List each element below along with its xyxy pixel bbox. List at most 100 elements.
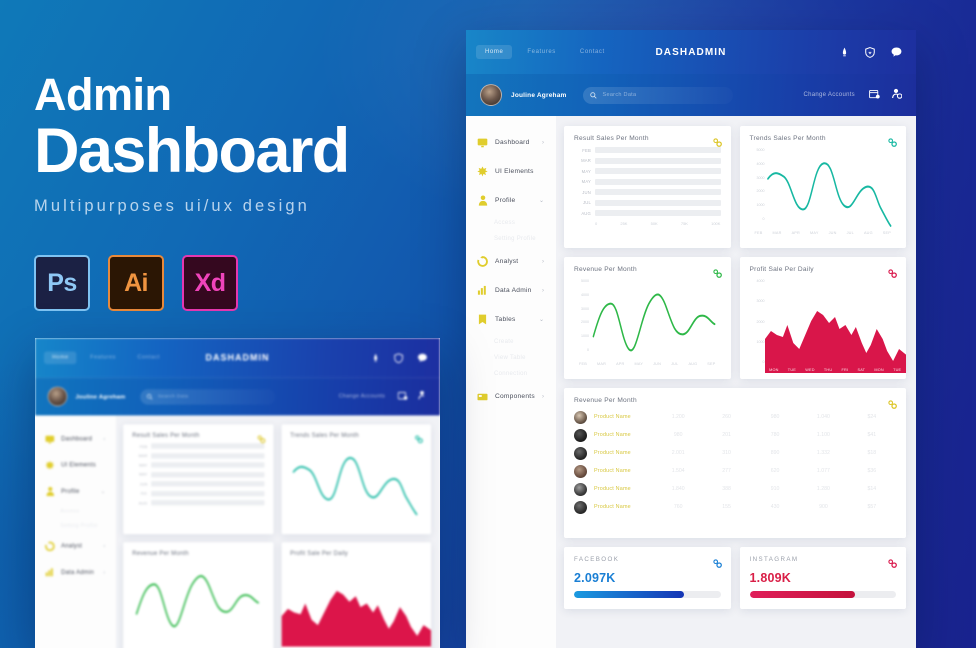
chevron-right-icon: › — [103, 436, 106, 442]
table-cell: 1.332 — [816, 450, 830, 456]
sidebar-subitem-connection[interactable]: Connection — [466, 366, 556, 382]
bar-row: FEB — [574, 147, 721, 153]
preview-sidebar-item-ui-elements: UI Elements — [35, 452, 116, 478]
table-cell: 980 — [673, 432, 683, 438]
bar-track — [595, 199, 721, 206]
bar-label: JUN — [139, 481, 148, 487]
chevron-right-icon: › — [103, 543, 106, 550]
x-tick: MAR — [597, 362, 607, 366]
preview-line-chart — [132, 560, 264, 636]
y-tick: 4000 — [756, 161, 765, 166]
sidebar-item-profile[interactable]: Profile ⌄ — [466, 186, 556, 215]
sidebar-subitem-create[interactable]: Create — [466, 334, 556, 350]
search-input[interactable]: Search Data — [582, 86, 733, 104]
user-toolbar: Jouline Agreham Search Data Change Accou… — [466, 74, 916, 116]
sidebar-item-data-admin[interactable]: Data Admin › — [466, 276, 556, 305]
bar-label: MAY — [139, 462, 148, 468]
account-settings-icon[interactable] — [892, 86, 903, 104]
refresh-icon — [45, 541, 55, 552]
sidebar-subitem-setting-profile[interactable]: Setting Profile — [466, 231, 556, 247]
card-title: Profit Sale Per Daily — [749, 266, 814, 273]
card-revenue-per-month-chart: Revenue Per Month 5000 4000 3000 2000 10… — [564, 257, 731, 379]
table-row[interactable]: Product Name 1.840 388 910 1.280 $14 — [574, 480, 896, 498]
progress-fill — [749, 591, 855, 598]
settings-icon[interactable] — [712, 555, 722, 573]
change-accounts-link[interactable]: Change Accounts — [803, 92, 855, 98]
bar-row: JUL — [132, 490, 265, 496]
preview-search-placeholder-text: Search Data — [157, 393, 189, 400]
table-row[interactable]: Product Name 980 201 780 1.100 $41 — [574, 426, 896, 444]
table-cell: $41 — [867, 432, 877, 438]
chevron-down-icon: ⌄ — [100, 489, 106, 495]
table-row[interactable]: Product Name 760 155 430 900 $57 — [574, 498, 896, 516]
bell-icon[interactable] — [840, 47, 849, 58]
settings-icon[interactable] — [712, 134, 722, 152]
x-tick: THU — [823, 368, 833, 372]
user-icon — [45, 486, 55, 497]
table-cell: $24 — [867, 414, 877, 420]
sidebar-item-dashboard[interactable]: Dashboard › — [466, 128, 556, 157]
calendar-icon[interactable] — [869, 86, 880, 104]
x-tick: MON — [769, 368, 779, 372]
y-tick: 4000 — [581, 292, 589, 297]
bar-row: JUN — [132, 481, 265, 487]
sidebar-item-label: Data Admin — [495, 287, 532, 294]
preview-area-chart — [281, 560, 431, 647]
table-cell: 890 — [770, 450, 780, 456]
table-cell: 388 — [722, 486, 731, 492]
avatar[interactable] — [480, 84, 502, 106]
settings-icon[interactable] — [888, 396, 897, 414]
table-cell: 780 — [770, 432, 780, 438]
x-tick: MAY — [810, 231, 819, 235]
x-tick: WED — [805, 368, 815, 372]
card-title: Result Sales Per Month — [132, 432, 200, 439]
card-revenue-table: Revenue Per Month Product Name 1.200 260… — [564, 388, 906, 538]
bar-label: FEB — [139, 443, 148, 449]
table-row[interactable]: Product Name 1.504 277 620 1.077 $36 — [574, 462, 896, 480]
chat-icon[interactable] — [891, 47, 902, 57]
x-tick: MAR — [772, 231, 782, 235]
sidebar-item-label: Analyst — [61, 543, 83, 550]
y-tick: 5000 — [756, 148, 765, 152]
table-cell: 277 — [722, 468, 731, 474]
y-tick: 1000 — [581, 334, 589, 339]
x-tick: TUE — [787, 368, 796, 372]
bar-label: JUN — [582, 189, 591, 195]
chevron-down-icon: ⌄ — [538, 317, 544, 323]
sidebar-subitem-view-table[interactable]: View Table — [466, 350, 556, 366]
card-profit-sale-daily: Profit Sale Per Daily 4000 3000 2000 100… — [739, 257, 906, 379]
bar-row: JUN — [574, 189, 721, 195]
sidebar-item-tables[interactable]: Tables ⌄ — [466, 305, 556, 334]
preview-top-bar-icon-group — [372, 352, 428, 363]
chevron-down-icon: ⌄ — [538, 198, 544, 204]
sidebar-item-label: UI Elements — [61, 462, 96, 469]
product-name: Product Name — [594, 486, 631, 492]
sidebar-item-components[interactable]: Components › — [466, 382, 556, 411]
table-row[interactable]: Product Name 2.001 310 890 1.332 $18 — [574, 444, 896, 462]
sidebar-item-label: Analyst — [495, 258, 519, 265]
y-tick: 3000 — [756, 175, 765, 180]
shield-icon[interactable] — [865, 46, 875, 58]
card-title: Trends Sales Per Month — [290, 432, 359, 439]
sidebar-item-label: UI Elements — [495, 168, 534, 175]
table-cell: 1.100 — [816, 432, 830, 438]
hero-text-block: Admin Dashboard Multipurposes ui/ux desi… — [34, 72, 454, 216]
table-row[interactable]: Product Name 1.200 260 980 1.040 $24 — [574, 408, 896, 426]
card-title: Result Sales Per Month — [574, 135, 649, 142]
bar-track — [595, 147, 721, 153]
sidebar-subitem-access[interactable]: Access — [466, 215, 556, 231]
chevron-right-icon: › — [542, 287, 544, 294]
settings-icon[interactable] — [888, 555, 897, 573]
table-cell: 910 — [770, 486, 780, 492]
bar-label: AUG — [581, 210, 591, 216]
preview-sidebar-subitem-setting-profile: Setting Profile — [60, 523, 98, 529]
puzzle-icon — [45, 460, 55, 470]
preview-top-navigation-bar: Home Features Contact DASHADMIN — [35, 338, 440, 378]
card-title: Revenue Per Month — [574, 266, 637, 273]
sidebar-item-ui-elements[interactable]: UI Elements — [466, 157, 556, 186]
sidebar-item-label: Components — [495, 393, 535, 400]
x-tick: JUN — [828, 231, 837, 235]
x-tick: JUL — [846, 231, 854, 235]
bar-track — [595, 168, 721, 174]
sidebar-item-analyst[interactable]: Analyst › — [466, 247, 556, 276]
